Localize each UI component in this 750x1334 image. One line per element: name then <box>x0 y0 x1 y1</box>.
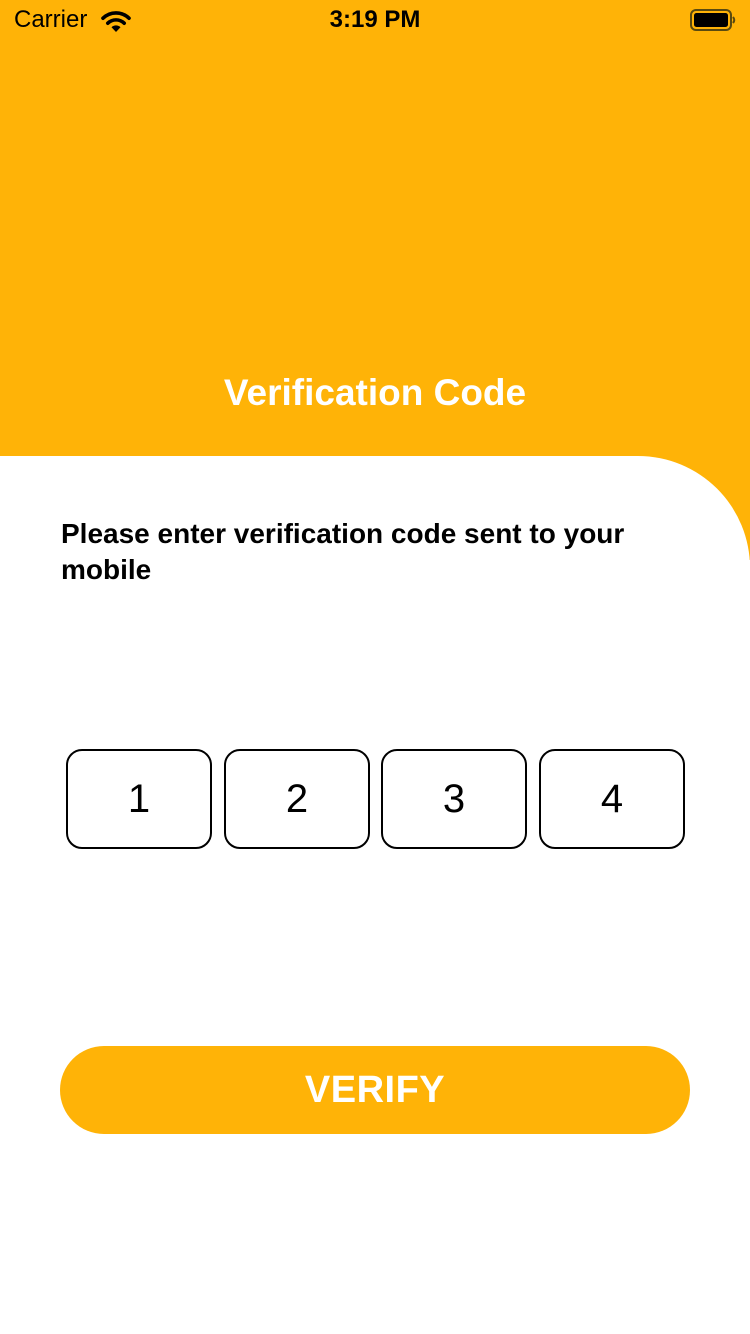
verify-button[interactable]: VERIFY <box>60 1046 690 1134</box>
instruction-text: Please enter verification code sent to y… <box>61 518 625 585</box>
page-title: Verification Code <box>223 372 527 413</box>
battery-icon <box>690 9 736 31</box>
status-time: 3:19 PM <box>329 6 421 33</box>
otp-digit-2[interactable]: 2 <box>224 749 370 849</box>
otp-digit-4[interactable]: 4 <box>539 749 685 849</box>
otp-digit-1[interactable]: 1 <box>66 749 212 849</box>
otp-digit-3[interactable]: 3 <box>381 749 527 849</box>
otp-input-group: 1 2 3 4 <box>66 749 686 849</box>
status-bar: Carrier 3:19 PM <box>0 0 750 40</box>
